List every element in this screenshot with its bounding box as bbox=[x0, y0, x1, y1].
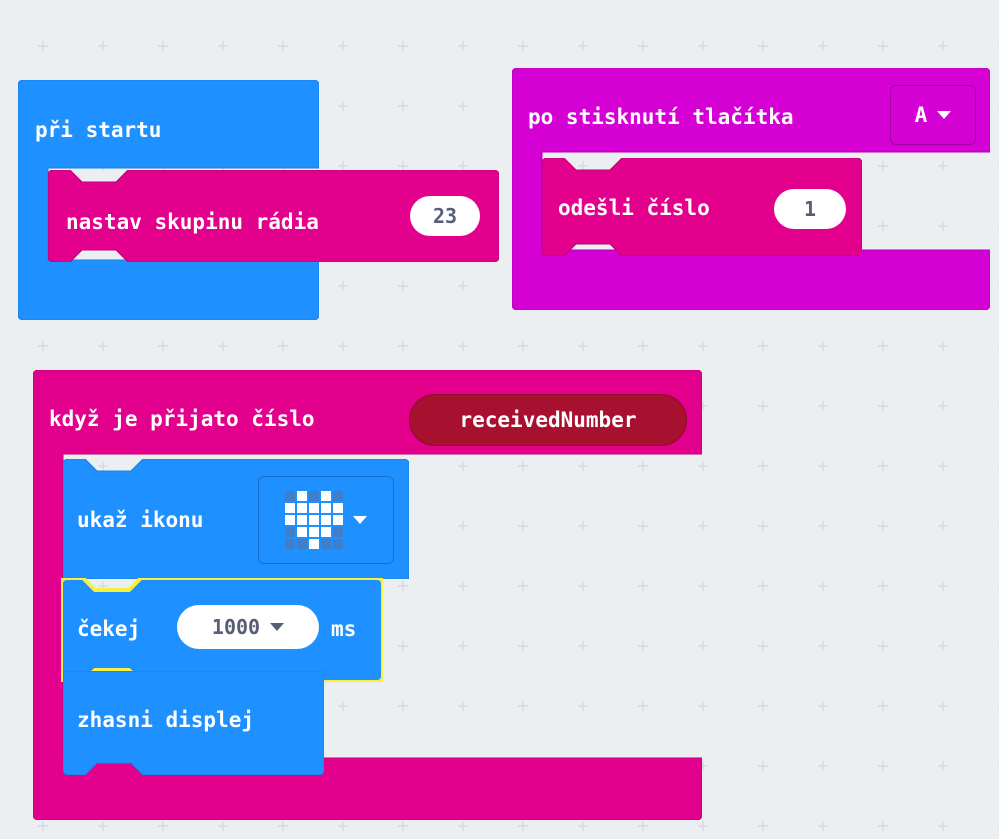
chevron-down-icon bbox=[353, 516, 367, 524]
send-number-value-field[interactable]: 1 bbox=[774, 189, 846, 229]
on-button-pressed-label: po stisknutí tlačítka bbox=[528, 105, 794, 129]
icon-led bbox=[321, 515, 331, 525]
icon-led bbox=[297, 503, 307, 513]
button-choice-dropdown[interactable]: A bbox=[890, 85, 976, 145]
on-start-label: při startu bbox=[35, 118, 162, 142]
clear-screen-label: zhasni displej bbox=[77, 708, 255, 732]
icon-led bbox=[333, 515, 343, 525]
icon-led bbox=[297, 491, 307, 501]
icon-led bbox=[285, 503, 295, 513]
show-icon-label: ukaž ikonu bbox=[77, 508, 204, 532]
icon-led bbox=[297, 527, 307, 537]
pause-unit-label: ms bbox=[331, 617, 357, 641]
icon-led bbox=[309, 503, 319, 513]
clear-screen-block[interactable]: zhasni displej bbox=[63, 671, 324, 775]
icon-led bbox=[285, 515, 295, 525]
icon-led bbox=[321, 539, 331, 549]
send-number-block[interactable]: odešli číslo 1 bbox=[542, 158, 862, 256]
on-received-number-label: když je přijato číslo bbox=[49, 407, 315, 431]
icon-led bbox=[309, 515, 319, 525]
received-number-variable-label: receivedNumber bbox=[459, 408, 637, 432]
icon-led bbox=[321, 491, 331, 501]
pause-block[interactable]: čekej 1000 ms bbox=[61, 578, 383, 682]
blocks-workspace[interactable]: při startu nastav skupinu rádia 23 po st… bbox=[0, 0, 999, 839]
radio-set-group-label: nastav skupinu rádia bbox=[66, 210, 319, 234]
icon-led bbox=[309, 539, 319, 549]
chevron-down-icon bbox=[937, 111, 952, 119]
chevron-down-icon bbox=[270, 623, 285, 631]
icon-led bbox=[333, 503, 343, 513]
button-choice-value: A bbox=[914, 103, 928, 127]
received-number-variable[interactable]: receivedNumber bbox=[409, 394, 687, 446]
pause-label: čekej bbox=[77, 617, 141, 641]
show-icon-block[interactable]: ukaž ikonu bbox=[63, 459, 409, 579]
heart-icon bbox=[285, 491, 343, 549]
icon-led bbox=[309, 491, 319, 501]
send-number-value: 1 bbox=[803, 197, 817, 221]
pause-duration-dropdown[interactable]: 1000 bbox=[177, 605, 319, 649]
icon-led bbox=[309, 527, 319, 537]
icon-led bbox=[321, 503, 331, 513]
icon-led bbox=[285, 491, 295, 501]
radio-group-value-field[interactable]: 23 bbox=[410, 196, 480, 236]
pause-duration-value: 1000 bbox=[211, 615, 261, 639]
icon-led bbox=[321, 527, 331, 537]
icon-picker-dropdown[interactable] bbox=[258, 476, 394, 564]
icon-led bbox=[333, 527, 343, 537]
icon-led bbox=[297, 539, 307, 549]
send-number-label: odešli číslo bbox=[558, 196, 710, 220]
icon-led bbox=[285, 527, 295, 537]
icon-led bbox=[285, 539, 295, 549]
icon-led bbox=[297, 515, 307, 525]
icon-led bbox=[333, 539, 343, 549]
radio-group-value: 23 bbox=[432, 204, 458, 228]
radio-set-group-block[interactable]: nastav skupinu rádia 23 bbox=[48, 170, 499, 262]
icon-led bbox=[333, 491, 343, 501]
